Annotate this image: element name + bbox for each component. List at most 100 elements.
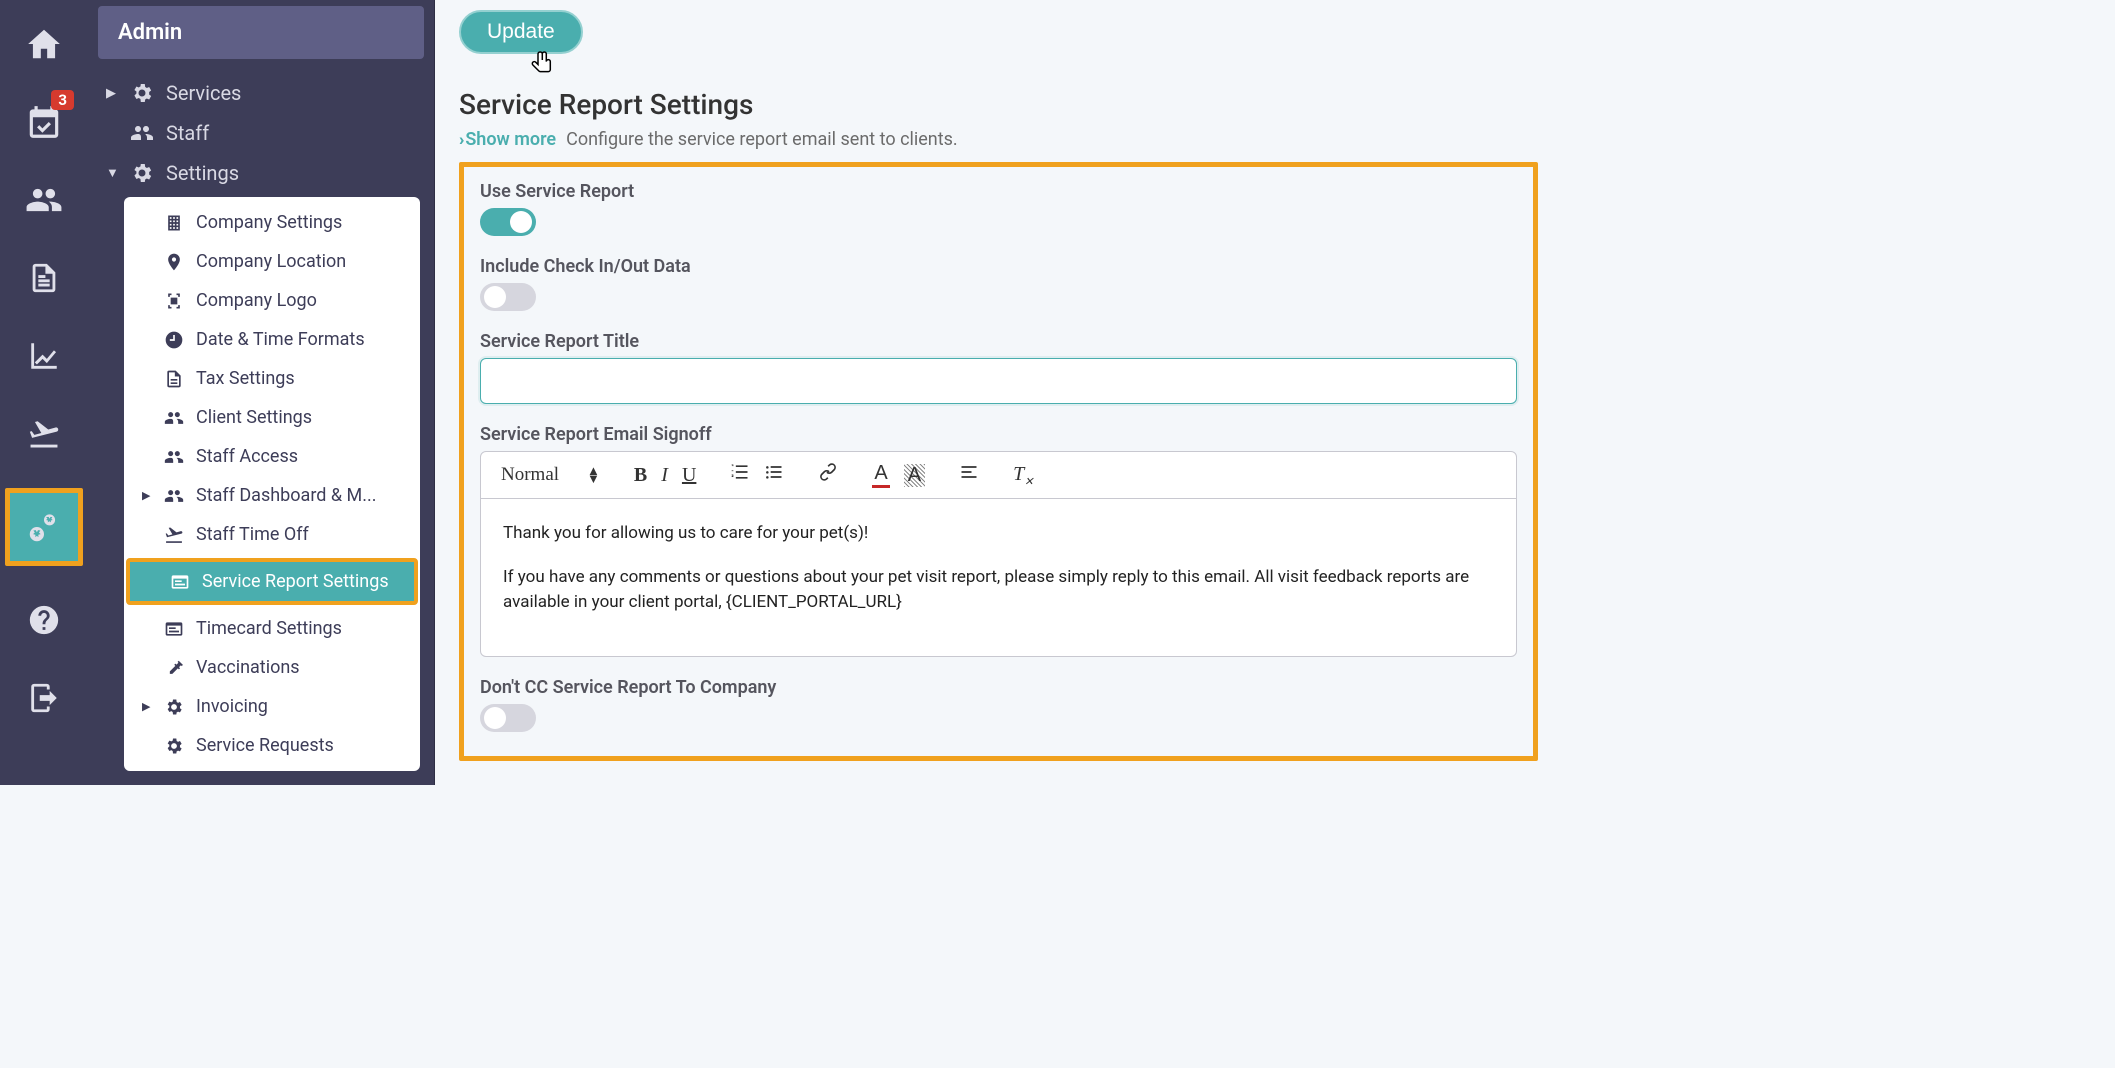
editor-content[interactable]: Thank you for allowing us to care for yo… <box>481 499 1516 656</box>
syringe-icon <box>164 658 184 678</box>
sub-tax[interactable]: Tax Settings <box>124 359 420 398</box>
nav-staff-label: Staff <box>166 121 209 145</box>
underline-button[interactable]: U <box>682 464 696 487</box>
unordered-list-button[interactable] <box>764 462 784 488</box>
text-color-button[interactable]: A <box>872 462 889 488</box>
dont-cc-toggle[interactable] <box>480 704 536 732</box>
sub-invoicing[interactable]: ▶ Invoicing <box>124 687 420 726</box>
page-title: Service Report Settings <box>459 88 1538 121</box>
help-icon[interactable] <box>20 596 68 644</box>
format-dropdown[interactable]: Normal ▲▼ <box>501 464 600 486</box>
gear-icon <box>164 697 184 717</box>
highlight-color-button[interactable]: A <box>904 464 925 487</box>
rich-text-editor: Normal ▲▼ B I U <box>480 451 1517 657</box>
pin-icon <box>164 252 184 272</box>
people-icon <box>130 121 154 145</box>
settings-form-highlight: Use Service Report Include Check In/Out … <box>459 162 1538 761</box>
gear-icon <box>164 736 184 756</box>
signoff-line1: Thank you for allowing us to care for yo… <box>503 521 1494 547</box>
field-include-checkin: Include Check In/Out Data <box>480 256 1517 311</box>
calendar-icon[interactable]: 3 <box>20 98 68 146</box>
title-input[interactable] <box>480 358 1517 404</box>
vector-icon <box>164 291 184 311</box>
label: Tax Settings <box>196 368 295 389</box>
sub-company-settings[interactable]: Company Settings <box>124 203 420 242</box>
settings-subnav: Company Settings Company Location Compan… <box>124 197 420 771</box>
sub-vaccinations[interactable]: Vaccinations <box>124 648 420 687</box>
sub-staff-access[interactable]: Staff Access <box>124 437 420 476</box>
nav-services[interactable]: ▶ Services <box>96 73 426 113</box>
caret-right-icon: ▶ <box>106 86 118 101</box>
sidebar: Admin ▶ Services Staff ▼ Settings Compan… <box>88 0 435 785</box>
sidebar-header: Admin <box>98 6 424 59</box>
file-icon <box>164 369 184 389</box>
sub-staff-dashboard[interactable]: ▶ Staff Dashboard & M... <box>124 476 420 515</box>
plane-icon <box>164 525 184 545</box>
signoff-line2: If you have any comments or questions ab… <box>503 565 1494 616</box>
use-service-report-label: Use Service Report <box>480 181 1517 202</box>
label: Invoicing <box>196 696 268 717</box>
description-text: Configure the service report email sent … <box>566 129 958 150</box>
include-checkin-toggle[interactable] <box>480 283 536 311</box>
label: Company Settings <box>196 212 342 233</box>
label: Date & Time Formats <box>196 329 365 350</box>
nav-settings[interactable]: ▼ Settings <box>96 153 426 193</box>
label: Client Settings <box>196 407 312 428</box>
label: Vaccinations <box>196 657 300 678</box>
field-dont-cc: Don't CC Service Report To Company <box>480 677 1517 732</box>
sub-company-logo[interactable]: Company Logo <box>124 281 420 320</box>
field-signoff: Service Report Email Signoff Normal ▲▼ B… <box>480 424 1517 657</box>
field-use-service-report: Use Service Report <box>480 181 1517 236</box>
sub-timecard[interactable]: Timecard Settings <box>124 609 420 648</box>
icon-rail: 3 <box>0 0 88 785</box>
card-icon <box>170 572 190 592</box>
italic-button[interactable]: I <box>661 464 668 487</box>
label: Staff Dashboard & M... <box>196 485 376 506</box>
nav-settings-label: Settings <box>166 161 239 185</box>
sub-service-report[interactable]: Service Report Settings <box>126 558 418 605</box>
label: Timecard Settings <box>196 618 342 639</box>
clear-format-button[interactable]: T✕ <box>1013 463 1033 488</box>
bold-button[interactable]: B <box>634 464 647 487</box>
sub-company-location[interactable]: Company Location <box>124 242 420 281</box>
update-button[interactable]: Update <box>459 10 583 54</box>
show-more-link[interactable]: ›› Show more <box>459 129 556 150</box>
settings-gears-icon[interactable] <box>5 488 83 566</box>
dont-cc-label: Don't CC Service Report To Company <box>480 677 1517 698</box>
document-icon[interactable] <box>20 254 68 302</box>
label: Service Requests <box>196 735 334 756</box>
label: Service Report Settings <box>202 571 389 592</box>
label: Staff Time Off <box>196 524 309 545</box>
caret-right-icon: ▶ <box>142 700 152 713</box>
gear-icon <box>130 81 154 105</box>
sub-date-time[interactable]: Date & Time Formats <box>124 320 420 359</box>
plane-icon[interactable] <box>20 410 68 458</box>
building-icon <box>164 213 184 233</box>
label: Company Location <box>196 251 346 272</box>
users-icon <box>164 408 184 428</box>
title-field-label: Service Report Title <box>480 331 1517 352</box>
ordered-list-button[interactable] <box>730 462 750 488</box>
show-more-label: Show more <box>465 129 556 150</box>
nav-staff[interactable]: Staff <box>96 113 426 153</box>
editor-toolbar: Normal ▲▼ B I U <box>481 452 1516 499</box>
description-row: ›› Show more Configure the service repor… <box>459 129 1538 150</box>
home-icon[interactable] <box>20 20 68 68</box>
include-checkin-label: Include Check In/Out Data <box>480 256 1517 277</box>
users-icon[interactable] <box>20 176 68 224</box>
nav-services-label: Services <box>166 81 241 105</box>
sub-service-requests[interactable]: Service Requests <box>124 726 420 765</box>
signoff-label: Service Report Email Signoff <box>480 424 1517 445</box>
caret-down-icon: ▼ <box>106 165 118 181</box>
use-service-report-toggle[interactable] <box>480 208 536 236</box>
label: Company Logo <box>196 290 317 311</box>
gear-icon <box>130 161 154 185</box>
users-icon <box>164 486 184 506</box>
align-button[interactable] <box>959 462 979 488</box>
sub-staff-timeoff[interactable]: Staff Time Off <box>124 515 420 554</box>
link-button[interactable] <box>818 462 838 488</box>
chart-icon[interactable] <box>20 332 68 380</box>
updown-icon: ▲▼ <box>587 467 600 483</box>
logout-icon[interactable] <box>20 674 68 722</box>
sub-client[interactable]: Client Settings <box>124 398 420 437</box>
